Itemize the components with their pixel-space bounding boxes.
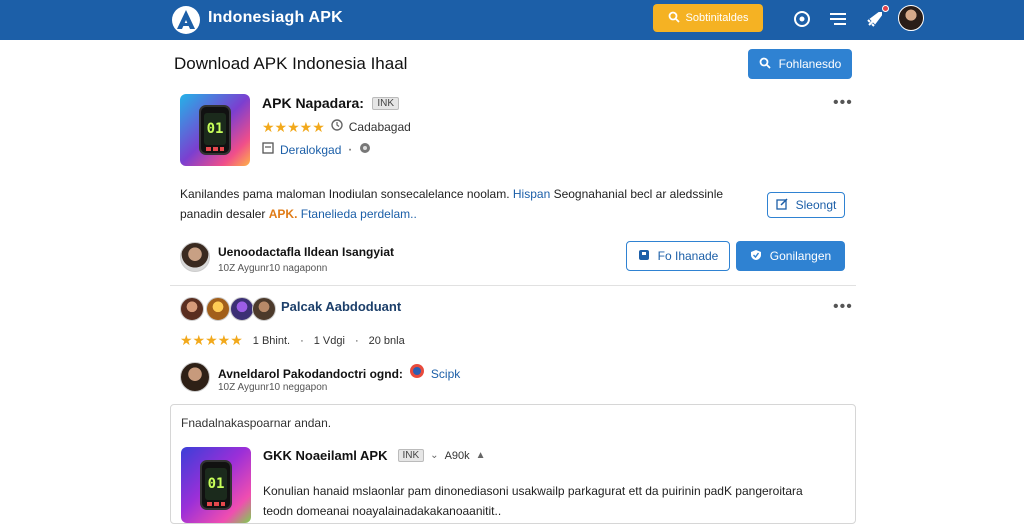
reviews-stat-1: 1 Bhint. [252,334,291,347]
region-icon [409,363,425,384]
notification-dot [882,5,889,12]
phone-icon: 01 [200,460,232,510]
phone-screen-digits: 01 [204,113,226,145]
share-button-label: Sleongt [795,198,837,212]
more-options-icon[interactable]: ••• [833,298,853,316]
reviewer-avatar[interactable] [180,362,210,392]
app-logo-icon[interactable] [170,4,202,36]
share-button[interactable]: Sleongt [767,192,845,218]
section-divider [170,285,856,286]
card-badge: INK [397,449,425,462]
rating-stars: ★★★★★ [262,118,325,135]
app-name[interactable]: APK Napadara: [262,95,364,111]
reviews-title: Palcak Aabdoduant [281,299,402,314]
app-rating-row: ★★★★★ Cadabagad [262,118,411,136]
app-title-row: APK Napadara: INK [262,95,400,113]
top-action-label: Fohlanesdo [778,57,842,71]
search-button-label: Sobtinitaldes [685,12,749,24]
rating-note: Cadabagad [348,120,411,134]
app-icon[interactable]: 01 [180,94,250,166]
top-action-button[interactable]: Fohlanesdo [748,49,852,79]
more-options-icon[interactable]: ••• [833,94,853,112]
card-description: Konulian hanaid mslaonlar pam dinonedias… [263,484,803,518]
card-title-row: GKK Noaeilaml APK INK ⌄ A90k ▲ [263,448,486,463]
search-icon [668,11,680,26]
author-avatar[interactable] [180,242,210,272]
card-size: A90k [444,449,470,462]
header-search-button[interactable]: Sobtinitaldes [653,4,763,32]
shield-check-icon [750,249,762,264]
related-app-card[interactable]: Fnadalnakaspoarnar andan. 01 GKK Noaeila… [170,404,856,524]
app-description: Kanilandes pama maloman Inodiulan sonsec… [180,187,724,221]
download-button-label: Gonilangen [769,249,832,263]
reviews-stats-row: ★★★★★ 1 Bhint. · 1 Vdgi · 20 bnla [180,332,405,348]
reviewer-name[interactable]: Avneldarol Pakodandoctri ognd: [218,367,403,381]
search-icon [759,57,771,72]
bell-icon: ▲ [475,450,486,461]
top-navbar: Indonesiagh APK Sobtinitaldes [0,0,1024,40]
reviewer-avatar-stack[interactable] [180,297,276,323]
author-meta: 10Z Aygunr10 nagaponn [218,263,328,274]
compass-icon[interactable] [791,8,813,30]
phone-screen-digits: 01 [205,468,227,500]
card-heading: Fnadalnakaspoarnar andan. [181,416,332,430]
page-title: Download APK Indonesia Ihaal [174,54,408,73]
app-badge: INK [372,97,400,110]
author-name[interactable]: Uenoodactafla Ildean Isangyiat [218,245,394,259]
brand-title[interactable]: Indonesiagh APK [208,9,343,27]
reviewer-row: Avneldarol Pakodandoctri ognd: Scipk [218,363,460,384]
phone-icon: 01 [199,105,231,155]
reviewer-meta: 10Z Aygunr10 neggapon [218,382,328,393]
bookmark-icon [638,249,650,264]
category-icon [262,141,274,159]
download-button[interactable]: Gonilangen [736,241,845,271]
user-avatar[interactable] [898,5,924,31]
app-category-row: Deralokgad · [262,141,371,159]
reviews-stat-2: 1 Vdgi [313,334,345,347]
rating-stars: ★★★★★ [180,332,243,348]
menu-icon[interactable] [827,8,849,30]
follow-button[interactable]: Fo Ihanade [626,241,730,271]
globe-icon [359,141,371,159]
reviews-stat-3: 20 bnla [368,334,405,347]
app-category[interactable]: Deralokgad [280,143,341,157]
edit-icon [775,197,788,213]
card-app-name[interactable]: GKK Noaeilaml APK [263,448,388,463]
clock-icon [331,118,343,136]
reviewer-tag[interactable]: Scipk [431,367,460,381]
follow-button-label: Fo Ihanade [657,249,719,263]
